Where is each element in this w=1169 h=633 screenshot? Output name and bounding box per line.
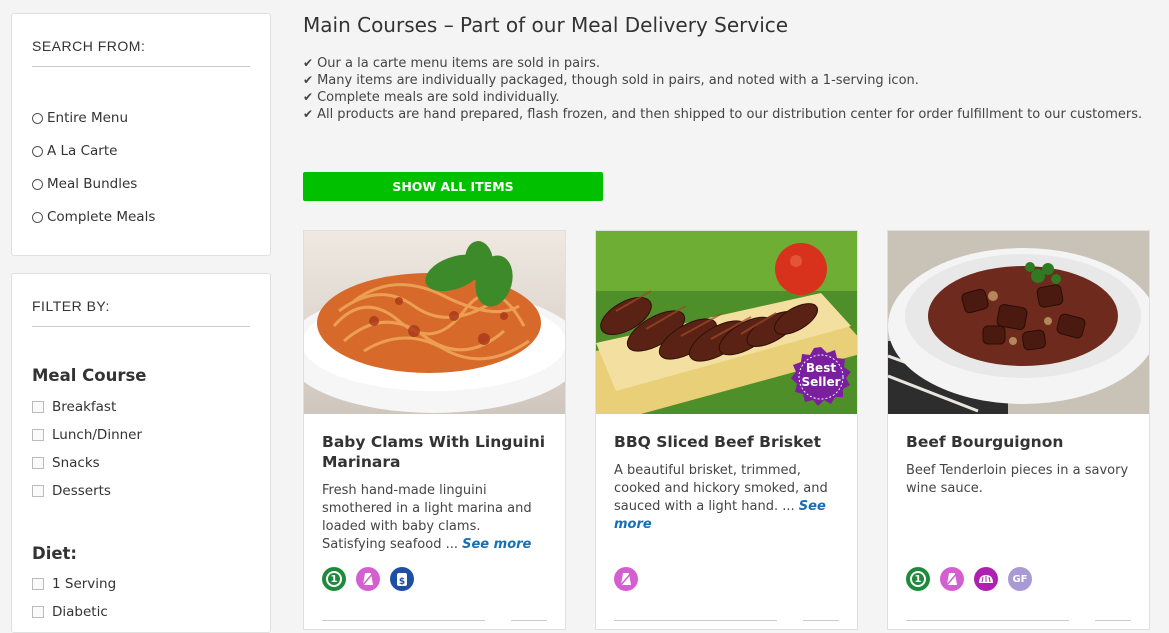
checkmark-icon: ✔ xyxy=(303,73,314,87)
checkmark-icon: ✔ xyxy=(303,56,314,70)
diet-icons: 1 GF xyxy=(906,567,1032,591)
product-card[interactable]: Best Seller BBQ Sliced Beef Brisket A be… xyxy=(595,230,858,630)
filter-diabetic[interactable]: Diabetic xyxy=(32,604,108,620)
product-image-linguini[interactable] xyxy=(304,231,565,414)
checkbox[interactable] xyxy=(32,485,44,497)
search-option-complete-meals[interactable]: Complete Meals xyxy=(32,209,155,225)
checkmark-icon: ✔ xyxy=(303,90,314,104)
checkmark-icon: ✔ xyxy=(303,107,314,121)
divider xyxy=(322,620,485,621)
filter-snacks[interactable]: Snacks xyxy=(32,455,100,471)
product-card[interactable]: Baby Clams With Linguini Marinara Fresh … xyxy=(303,230,566,630)
bread-icon xyxy=(974,567,998,591)
search-from-title: SEARCH FROM: xyxy=(32,38,250,67)
gluten-free-icon: GF xyxy=(1008,567,1032,591)
search-from-panel: SEARCH FROM: Entire Menu A La Carte Meal… xyxy=(11,13,271,256)
one-serving-icon: 1 xyxy=(322,567,346,591)
product-description: Fresh hand-made linguini smothered in a … xyxy=(322,483,532,552)
filter-by-panel: FILTER BY: Meal Course Breakfast Lunch/D… xyxy=(11,273,271,633)
search-option-a-la-carte[interactable]: A La Carte xyxy=(32,143,117,159)
product-card[interactable]: Beef Bourguignon Beef Tenderloin pieces … xyxy=(887,230,1150,630)
filter-lunch-dinner[interactable]: Lunch/Dinner xyxy=(32,427,142,443)
product-image-bourguignon[interactable] xyxy=(888,231,1149,414)
radio-icon[interactable] xyxy=(32,112,43,124)
checkbox[interactable] xyxy=(32,578,44,590)
diet-title: Diet: xyxy=(32,544,78,563)
divider xyxy=(803,620,839,621)
no-salt-icon xyxy=(356,567,380,591)
page-title: Main Courses – Part of our Meal Delivery… xyxy=(303,13,789,37)
info-bullet: ✔ Our a la carte menu items are sold in p… xyxy=(303,56,600,71)
divider xyxy=(614,620,777,621)
checkbox[interactable] xyxy=(32,429,44,441)
checkbox[interactable] xyxy=(32,401,44,413)
search-option-entire-menu[interactable]: Entire Menu xyxy=(32,110,128,126)
filter-desserts[interactable]: Desserts xyxy=(32,483,111,499)
product-title[interactable]: Beef Bourguignon xyxy=(906,432,1131,452)
checkbox[interactable] xyxy=(32,457,44,469)
low-cost-icon: $ xyxy=(390,567,414,591)
filter-by-title: FILTER BY: xyxy=(32,298,250,327)
meal-course-title: Meal Course xyxy=(32,366,147,385)
product-title[interactable]: Baby Clams With Linguini Marinara xyxy=(322,432,547,472)
diet-icons: 1 $ xyxy=(322,567,414,591)
one-serving-icon: 1 xyxy=(906,567,930,591)
diet-icons xyxy=(614,567,638,591)
divider xyxy=(1095,620,1131,621)
see-more-link[interactable]: See more xyxy=(462,537,531,552)
info-bullet: ✔ Complete meals are sold individually. xyxy=(303,90,560,105)
info-bullet-list: ✔ Our a la carte menu items are sold in p… xyxy=(303,55,1142,123)
radio-icon[interactable] xyxy=(32,211,43,223)
info-bullet: ✔ Many items are individually packaged, t… xyxy=(303,73,919,88)
filter-breakfast[interactable]: Breakfast xyxy=(32,399,116,415)
checkbox[interactable] xyxy=(32,606,44,618)
product-description: A beautiful brisket, trimmed, cooked and… xyxy=(614,463,828,532)
divider xyxy=(511,620,547,621)
product-description: Beef Tenderloin pieces in a savory wine … xyxy=(906,463,1129,496)
radio-icon[interactable] xyxy=(32,178,43,190)
search-option-meal-bundles[interactable]: Meal Bundles xyxy=(32,176,137,192)
no-salt-icon xyxy=(940,567,964,591)
radio-icon[interactable] xyxy=(32,145,43,157)
show-all-items-button[interactable]: SHOW ALL ITEMS xyxy=(303,172,603,201)
divider xyxy=(906,620,1069,621)
filter-1-serving[interactable]: 1 Serving xyxy=(32,576,116,592)
no-salt-icon xyxy=(614,567,638,591)
best-seller-badge: Best Seller xyxy=(791,347,851,407)
svg-text:$: $ xyxy=(399,577,405,587)
product-title[interactable]: BBQ Sliced Beef Brisket xyxy=(614,432,839,452)
info-bullet: ✔ All products are hand prepared, flash f… xyxy=(303,107,1143,122)
